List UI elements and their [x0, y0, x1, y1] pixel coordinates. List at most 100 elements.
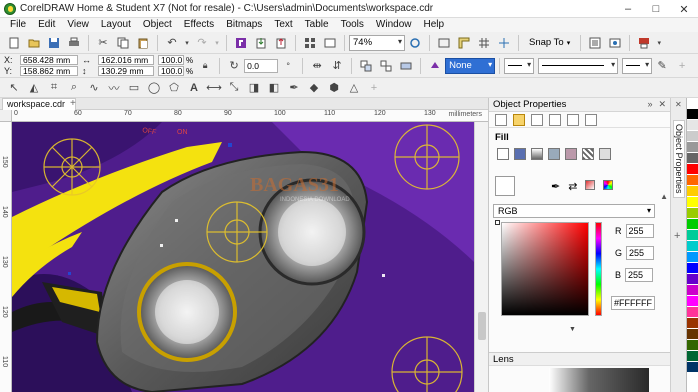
color-model-select[interactable]: RGB ▾ [493, 204, 655, 218]
document-tab-workspace[interactable]: workspace.cdr [2, 98, 77, 110]
add-tool-icon[interactable]: + [365, 79, 383, 97]
close-button[interactable]: ✕ [670, 0, 698, 18]
outline-width-select[interactable]: ▾ [504, 57, 535, 74]
snap-to-dropdown[interactable]: Snap To ▾ [523, 37, 576, 48]
menu-help[interactable]: Help [418, 18, 451, 32]
menu-text[interactable]: Text [268, 18, 298, 32]
outline-tool-icon[interactable]: △ [345, 79, 363, 97]
collapse-panel-icon[interactable]: » [647, 99, 652, 110]
combine-icon[interactable] [397, 57, 415, 75]
rotation-angle-input[interactable]: 0.0 [244, 58, 279, 73]
palette-swatch[interactable] [687, 362, 698, 373]
add-preset-icon[interactable]: + [673, 57, 691, 75]
text-tool-icon[interactable]: A [185, 79, 203, 97]
no-fill-icon[interactable] [497, 148, 509, 160]
palette-swatch[interactable] [687, 307, 698, 318]
swap-colors-icon[interactable]: ⇄ [568, 180, 577, 193]
cut-icon[interactable]: ✂ [94, 34, 112, 52]
horizontal-ruler[interactable]: 0 60 70 80 90 100 110 120 130 millimeter… [12, 110, 488, 122]
full-screen-preview-icon[interactable] [435, 34, 453, 52]
interactive-fill-tool-icon[interactable]: ◆ [305, 79, 323, 97]
connector-tool-icon[interactable]: ⤡ [225, 79, 243, 97]
redo-icon[interactable]: ↷ [193, 34, 211, 52]
palette-swatch[interactable] [687, 142, 698, 153]
group-icon[interactable] [357, 57, 375, 75]
application-options-icon[interactable] [606, 34, 624, 52]
vector-pattern-fill-icon[interactable] [548, 148, 560, 160]
zoom-tool-icon[interactable]: ⌕ [65, 79, 83, 97]
mirror-horizontal-icon[interactable]: ⇹ [308, 57, 326, 75]
canvas-vertical-scrollbar[interactable] [474, 122, 488, 392]
copy-icon[interactable] [114, 34, 132, 52]
scrollbar-thumb[interactable] [478, 312, 486, 340]
palette-swatch[interactable] [687, 109, 698, 120]
publish-to-pdf-icon[interactable] [635, 34, 653, 52]
shape-tool-icon[interactable]: ◭ [25, 79, 43, 97]
rotate-icon[interactable]: ↻ [225, 57, 243, 75]
palette-swatch[interactable] [687, 197, 698, 208]
transparency-properties-icon[interactable] [531, 113, 543, 126]
corners-properties-icon[interactable] [567, 113, 579, 126]
palette-swatch[interactable] [687, 120, 698, 131]
x-position-input[interactable]: 658.428 mm [20, 55, 78, 65]
transparency-tool-icon[interactable]: ◧ [265, 79, 283, 97]
two-color-pattern-fill-icon[interactable] [582, 148, 594, 160]
menu-effects[interactable]: Effects [178, 18, 220, 32]
color-picker-area[interactable] [501, 222, 589, 316]
palette-swatch[interactable] [687, 263, 698, 274]
palette-swatch[interactable] [687, 252, 698, 263]
outline-pen-icon[interactable]: ✎ [653, 57, 671, 75]
menu-bitmaps[interactable]: Bitmaps [220, 18, 268, 32]
palette-swatch[interactable] [687, 296, 698, 307]
pick-tool-icon[interactable]: ↖ [5, 79, 23, 97]
ellipse-tool-icon[interactable]: ◯ [145, 79, 163, 97]
vertical-ruler[interactable]: 150 140 130 120 110 [0, 122, 12, 392]
color-palette-icon[interactable] [603, 180, 614, 190]
coreldraw-app-icon[interactable] [4, 2, 16, 15]
add-docker-icon[interactable]: + [674, 230, 680, 242]
expand-options-icon[interactable]: ▼ [569, 326, 576, 333]
save-icon[interactable] [45, 34, 63, 52]
outline-properties-icon[interactable] [495, 113, 507, 126]
palette-swatch[interactable] [687, 153, 698, 164]
fill-type-select[interactable]: None ▾ [445, 57, 496, 74]
line-style-select[interactable]: ▾ [538, 57, 619, 74]
color-viewer-icon[interactable] [585, 180, 596, 190]
fountain-fill-icon[interactable] [531, 148, 543, 160]
height-input[interactable]: 130.29 mm [98, 66, 154, 76]
import-icon[interactable] [252, 34, 270, 52]
current-fill-swatch[interactable] [495, 176, 515, 196]
show-guidelines-icon[interactable] [495, 34, 513, 52]
palette-swatch[interactable] [687, 230, 698, 241]
show-grid-icon[interactable] [475, 34, 493, 52]
color-eyedropper-tool-icon[interactable]: ✒ [285, 79, 303, 97]
fill-properties-icon[interactable] [513, 113, 525, 126]
menu-view[interactable]: View [61, 18, 95, 32]
y-position-input[interactable]: 158.862 mm [20, 66, 78, 76]
welcome-screen-icon[interactable] [321, 34, 339, 52]
smart-fill-tool-icon[interactable]: ⬢ [325, 79, 343, 97]
menu-window[interactable]: Window [370, 18, 418, 32]
redo-dropdown-icon[interactable]: ▾ [213, 34, 221, 52]
palette-swatch[interactable] [687, 274, 698, 285]
undo-icon[interactable]: ↶ [163, 34, 181, 52]
new-tab-icon[interactable]: + [70, 98, 76, 109]
palette-swatch[interactable] [687, 98, 698, 109]
palette-swatch[interactable] [687, 175, 698, 186]
drawing-canvas[interactable]: OFF ON BAGAS31 INDONESIA DOWNLOAD [12, 122, 474, 392]
paste-icon[interactable] [134, 34, 152, 52]
palette-swatch[interactable] [687, 340, 698, 351]
menu-edit[interactable]: Edit [32, 18, 61, 32]
blue-channel-input[interactable]: 255 [625, 268, 654, 282]
lock-ratio-icon[interactable]: 🔒︎ [196, 57, 214, 75]
parallel-dimension-tool-icon[interactable]: ⟷ [205, 79, 223, 97]
crop-tool-icon[interactable]: ⌗ [45, 79, 63, 97]
maximize-button[interactable]: □ [642, 0, 670, 18]
menu-table[interactable]: Table [299, 18, 335, 32]
palette-swatch[interactable] [687, 329, 698, 340]
red-channel-input[interactable]: 255 [625, 224, 654, 238]
bitmap-pattern-fill-icon[interactable] [565, 148, 577, 160]
zoom-page-icon[interactable] [406, 34, 424, 52]
palette-swatch[interactable] [687, 131, 698, 142]
zoom-level-select[interactable]: 74% ▾ [349, 34, 405, 51]
